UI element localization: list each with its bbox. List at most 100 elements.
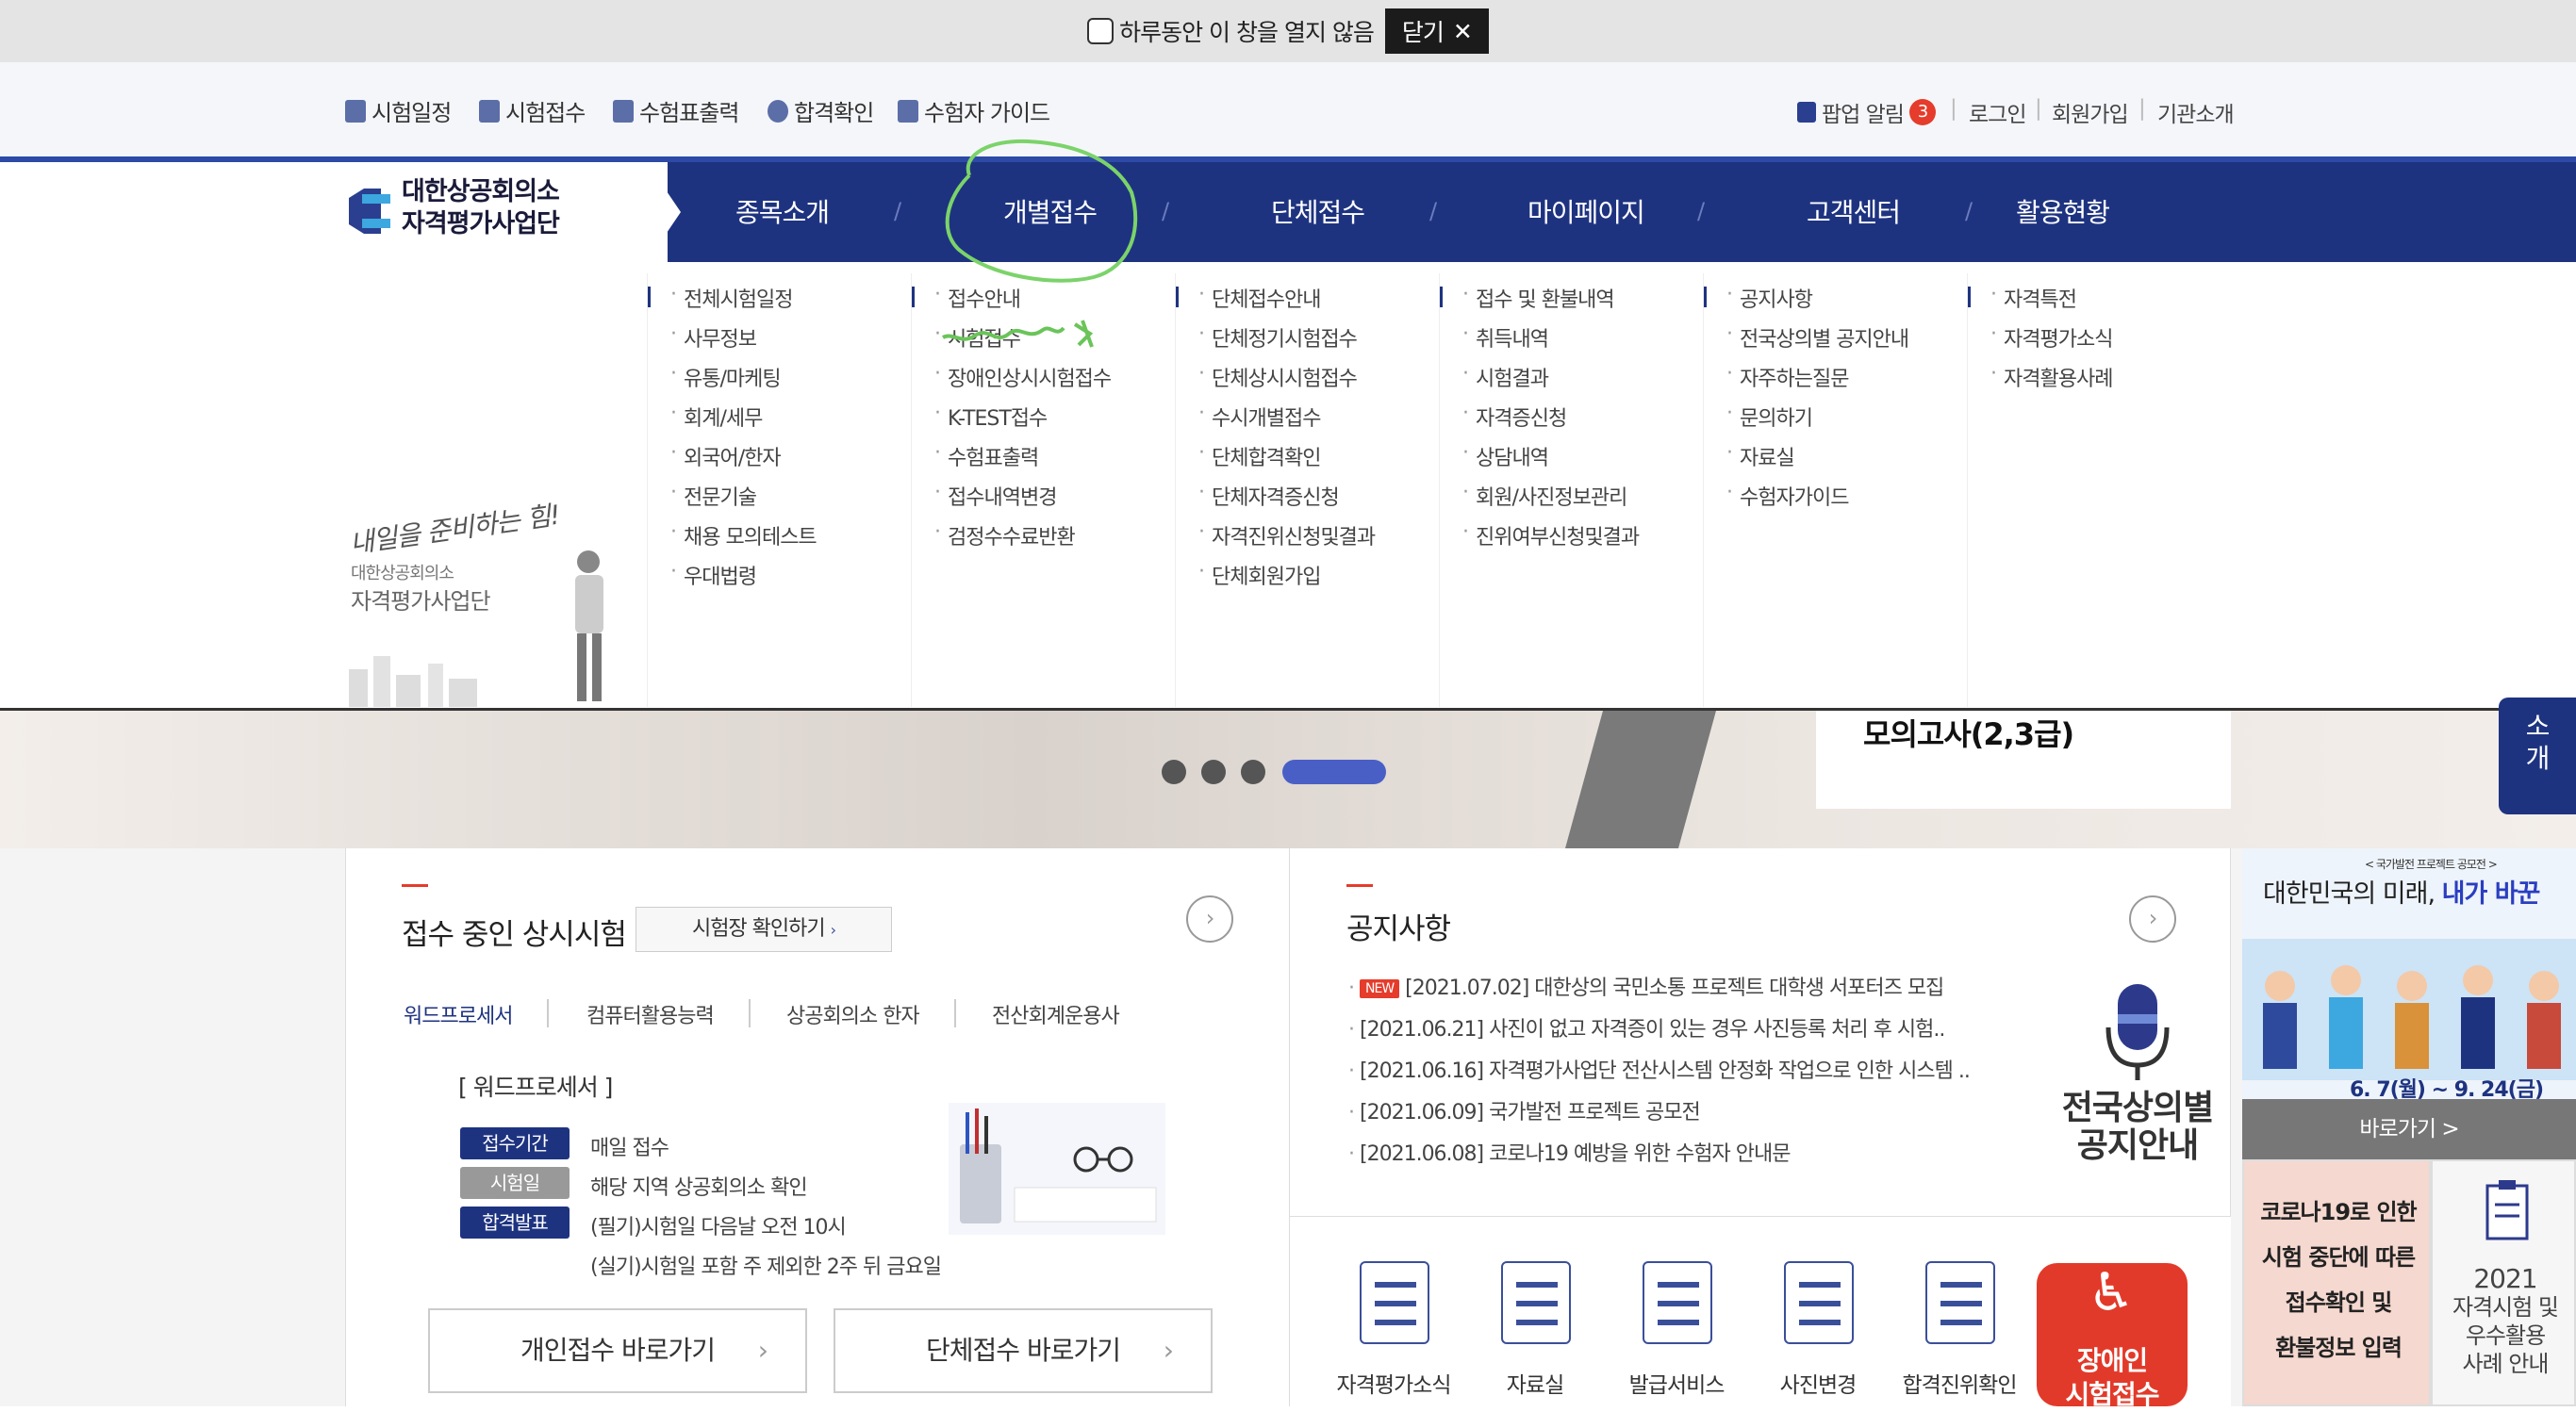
submenu-item[interactable]: 단체상시시험접수 [1198,362,1358,392]
submenu-item[interactable]: 문의하기 [1726,402,1813,432]
covid-refund-banner[interactable]: 코로나19로 인한 시험 중단에 따른 접수확인 및 환불정보 입력 [2242,1159,2431,1406]
submenu-item[interactable]: 회계/세무 [670,402,763,432]
dont-open-checkbox[interactable] [1087,18,1115,44]
submenu-item[interactable]: 채용 모의테스트 [670,520,817,550]
submenu-item[interactable]: 수험표출력 [934,441,1039,471]
news-icon[interactable] [1360,1261,1429,1344]
popup-close-button[interactable]: 닫기 ✕ [1384,8,1489,54]
usage-cases-banner[interactable]: 2021 자격시험 및 우수활용 사례 안내 [2431,1159,2576,1406]
certificate-icon[interactable] [1643,1261,1712,1344]
banner-card[interactable]: 모의고사(2,3급) [1816,711,2231,809]
notice-item[interactable]: · [2021.06.08] 코로나19 예방을 위한 수험자 안내문 [1348,1137,1791,1167]
submenu-item[interactable]: 자격증신청 [1462,402,1567,432]
group-apply-button[interactable]: 단체접수 바로가기 › [834,1308,1213,1393]
submenu-item[interactable]: 전국상의별 공지안내 [1726,322,1909,353]
tab-sep [954,999,956,1027]
util-sep: | [2138,96,2146,121]
exam-more-button[interactable]: › [1186,895,1233,943]
submenu-item[interactable]: 자격특전 [1990,283,2077,313]
gnb-item-mypage[interactable]: 마이페이지 [1527,192,1645,230]
gnb-item-stats[interactable]: 활용현황 [2016,192,2110,230]
verify-icon[interactable] [1925,1261,1995,1344]
notice-text: [2021.06.08] 코로나19 예방을 위한 수험자 안내문 [1360,1142,1791,1166]
submenu-item[interactable]: 자격평가소식 [1990,322,2114,353]
submenu-item[interactable]: 장애인상시시험접수 [934,362,1112,392]
gnb-item-support[interactable]: 고객센터 [1807,192,1901,230]
wheelchair-icon: ♿ [2088,1262,2135,1323]
login-link[interactable]: 로그인 [1969,96,2026,128]
notice-item[interactable]: · [2021.06.09] 국가발전 프로젝트 공모전 [1348,1095,1701,1125]
util-pass-check[interactable]: 합격확인 [768,94,874,127]
submenu-item[interactable]: 자격활용사례 [1990,362,2114,392]
submenu-item[interactable]: 사무정보 [670,322,757,353]
nationwide-notice-label[interactable]: 전국상의별 공지안내 [2050,1090,2225,1165]
submenu-item[interactable]: 유통/마케팅 [670,362,782,392]
notice-item[interactable]: · NEW [2021.07.02] 대한상의 국민소통 프로젝트 대학생 서포터… [1348,971,1944,1001]
submenu-item[interactable]: 검정수수료반환 [934,520,1076,550]
quick-link-label[interactable]: 합격진위확인 [1893,1367,2025,1399]
submenu-item[interactable]: 취득내역 [1462,322,1549,353]
util-guide[interactable]: 수험자 가이드 [898,94,1050,127]
submenu-item[interactable]: 접수내역변경 [934,481,1058,511]
submenu-item[interactable]: K-TEST접수 [934,402,1048,432]
submenu-item[interactable]: 자료실 [1726,441,1795,471]
about-link[interactable]: 기관소개 [2157,96,2235,128]
submenu-item[interactable]: 진위여부신청및결과 [1462,520,1640,550]
submenu-item[interactable]: 단체합격확인 [1198,441,1322,471]
quick-link-label[interactable]: 자격평가소식 [1328,1367,1460,1399]
submenu-item[interactable]: 수험자가이드 [1726,481,1850,511]
people-illustration [2242,939,2576,1080]
submenu-item[interactable]: 전문기술 [670,481,757,511]
quick-link-label[interactable]: 발급서비스 [1610,1367,1742,1399]
submenu-item[interactable]: 단체정기시험접수 [1198,322,1358,353]
util-exam-schedule[interactable]: 시험일정 [345,94,452,127]
gnb-item-group[interactable]: 단체접수 [1271,192,1365,230]
individual-apply-button[interactable]: 개인접수 바로가기 › [428,1308,807,1393]
submenu-item[interactable]: 회원/사진정보관리 [1462,481,1627,511]
submenu-item[interactable]: 외국어/한자 [670,441,782,471]
exam-row-text: (실기)시험일 포함 주 제외한 2주 뒤 금요일 [590,1256,942,1279]
dont-open-label[interactable]: 하루동안 이 창을 열지 않음 [1119,14,1375,48]
quick-link-label[interactable]: 자료실 [1469,1367,1601,1399]
banner-dot-1[interactable] [1162,760,1186,784]
submenu-item[interactable]: 단체회원가입 [1198,560,1322,590]
promo-org2: 자격평가사업단 [351,588,491,615]
gnb-item-events[interactable]: 종목소개 [735,192,830,230]
util-print-ticket[interactable]: 수험표출력 [613,94,739,127]
logo[interactable]: 대한상공회의소 자격평가사업단 [0,162,668,262]
submenu-item[interactable]: 수시개별접수 [1198,402,1322,432]
submenu-item[interactable]: 접수 및 환불내역 [1462,283,1615,313]
notice-item[interactable]: · [2021.06.21] 사진이 없고 자격증이 있는 경우 사진등록 처리… [1348,1012,1945,1043]
side-tab[interactable]: 소 개 [2499,698,2576,814]
submenu-item[interactable]: 전체시험일정 [670,283,794,313]
icon-stroke [1375,1282,1416,1288]
tab-word[interactable]: 워드프로세서 [404,999,513,1029]
notice-more-button[interactable]: › [2129,895,2176,943]
submenu-item[interactable]: 단체접수안내 [1198,283,1322,313]
venue-check-button[interactable]: 시험장 확인하기 › [636,907,892,952]
archive-icon[interactable] [1501,1261,1571,1344]
banner-dot-3[interactable] [1241,760,1265,784]
submenu-item[interactable]: 자주하는질문 [1726,362,1850,392]
project-go-button[interactable]: 바로가기 > [2242,1099,2576,1159]
signup-link[interactable]: 회원가입 [2052,96,2129,128]
submenu-item[interactable]: 공지사항 [1726,283,1813,313]
banner-dot-active[interactable] [1282,760,1386,784]
notice-item[interactable]: · [2021.06.16] 자격평가사업단 전산시스템 안정화 작업으로 인한… [1348,1054,1971,1084]
submenu-item[interactable]: 상담내역 [1462,441,1549,471]
logo-line2: 자격평가사업단 [402,209,560,238]
pencil-icon [479,99,500,123]
photo-icon[interactable] [1784,1261,1854,1344]
submenu-item[interactable]: 시험결과 [1462,362,1549,392]
submenu-item[interactable]: 우대법령 [670,560,757,590]
submenu-item[interactable]: 자격진위신청및결과 [1198,520,1376,550]
disabled-exam-button[interactable]: ♿ 장애인 시험접수 [2037,1262,2188,1410]
tab-computer[interactable]: 컴퓨터활용능력 [586,999,715,1029]
submenu-item[interactable]: 단체자격증신청 [1198,481,1340,511]
banner-dot-2[interactable] [1201,760,1226,784]
util-exam-apply[interactable]: 시험접수 [479,94,586,127]
quick-link-label[interactable]: 사진변경 [1752,1367,1884,1399]
tab-accounting[interactable]: 전산회계운용사 [992,999,1120,1029]
tab-hanja[interactable]: 상공회의소 한자 [786,999,920,1029]
popup-alert[interactable]: 팝업 알림 3 [1797,96,1936,128]
